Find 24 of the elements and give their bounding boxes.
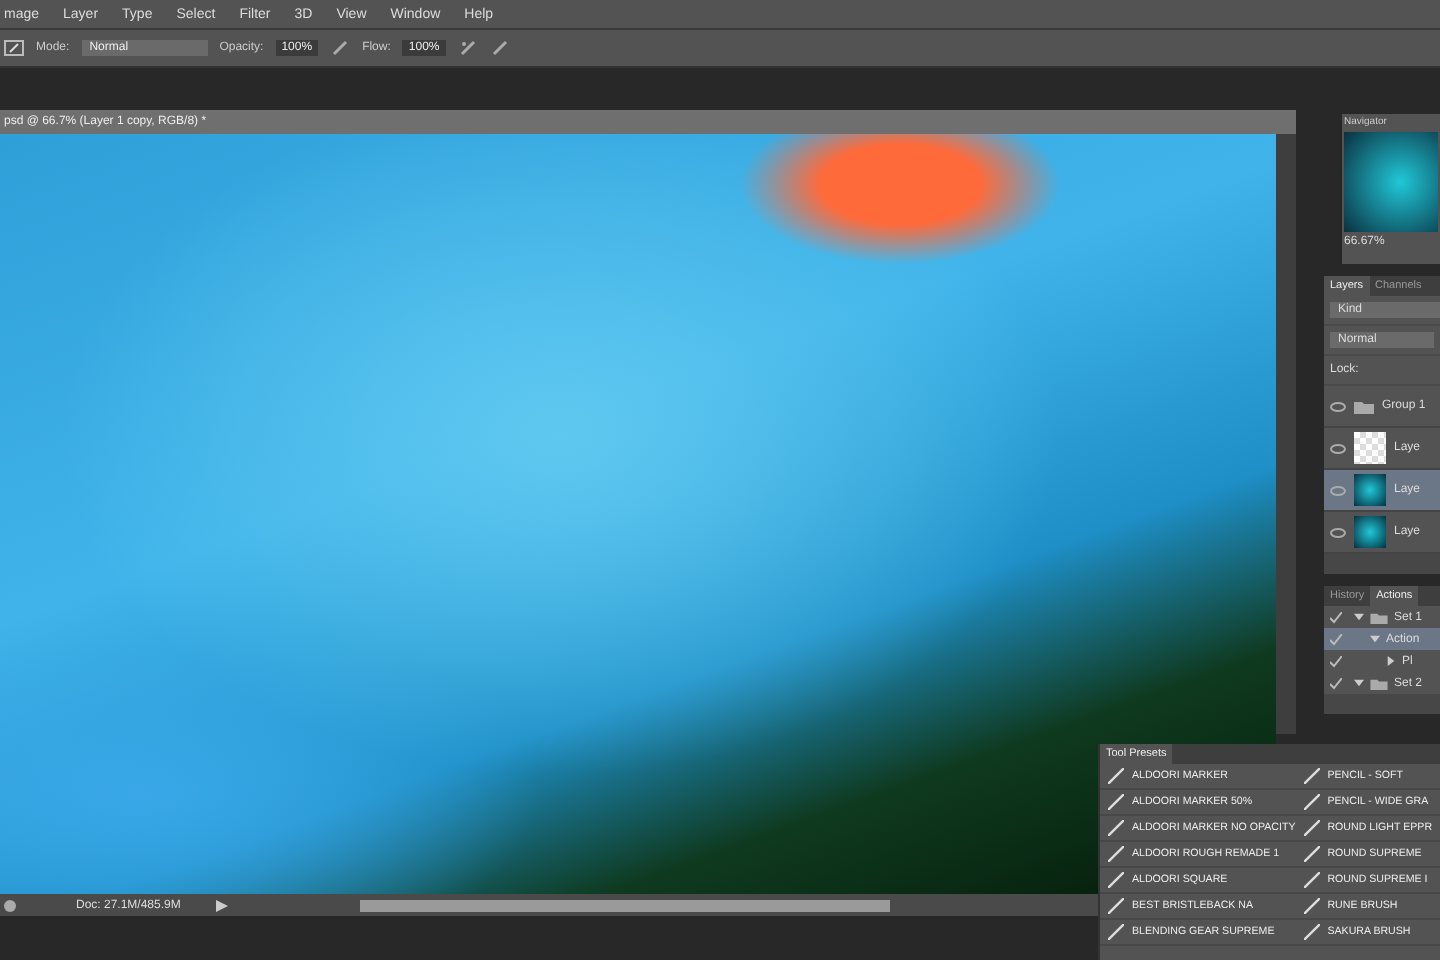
navigator-thumbnail[interactable] (1344, 132, 1438, 232)
disclosure-triangle-icon[interactable] (1370, 634, 1380, 644)
brush-tool-icon[interactable] (4, 38, 24, 58)
folder-icon (1370, 677, 1388, 689)
check-icon[interactable] (1330, 633, 1342, 645)
eye-icon[interactable] (1330, 485, 1346, 495)
horizontal-scrollbar[interactable] (360, 899, 890, 911)
check-icon[interactable] (1330, 611, 1342, 623)
check-icon[interactable] (1330, 655, 1342, 667)
vertical-scrollbar[interactable] (1276, 134, 1296, 734)
folder-icon[interactable] (1354, 399, 1374, 413)
eye-icon[interactable] (1330, 527, 1346, 537)
disclosure-triangle-icon[interactable] (1354, 678, 1364, 688)
disclosure-triangle-icon[interactable] (1386, 656, 1396, 666)
layer-thumbnail (1354, 432, 1386, 464)
disclosure-triangle-icon[interactable] (1354, 612, 1364, 622)
check-icon[interactable] (1330, 677, 1342, 689)
layer-thumbnail (1354, 516, 1386, 548)
eye-icon[interactable] (1330, 443, 1346, 453)
play-icon[interactable] (216, 899, 228, 911)
folder-icon (1370, 611, 1388, 623)
layer-thumbnail (1354, 474, 1386, 506)
status-circle-icon[interactable] (4, 899, 16, 911)
eye-icon[interactable] (1330, 401, 1346, 411)
